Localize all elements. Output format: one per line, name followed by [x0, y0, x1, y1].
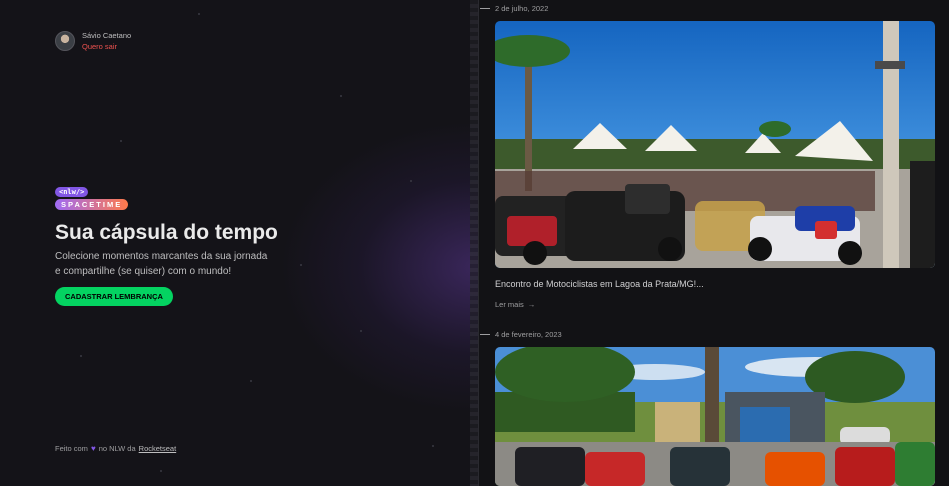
star	[432, 445, 434, 447]
read-more-link[interactable]: Ler mais →	[495, 300, 535, 309]
hero-subtitle: Colecione momentos marcantes da sua jorn…	[55, 251, 268, 277]
date-dash	[480, 334, 490, 335]
memory-date: 2 de julho, 2022	[480, 4, 548, 13]
logout-link[interactable]: Quero sair	[82, 41, 131, 52]
memory-photo[interactable]	[495, 21, 935, 268]
page-title: Sua cápsula do tempo	[55, 221, 278, 244]
avatar[interactable]	[55, 31, 75, 51]
left-panel: Sávio Caetano Quero sair <nlw/> SPACETIM…	[0, 0, 479, 486]
star	[250, 380, 252, 382]
star	[160, 470, 162, 472]
star	[80, 355, 82, 357]
memory-photo[interactable]	[495, 347, 935, 486]
rocketseat-link[interactable]: Rocketseat	[139, 444, 177, 453]
footer-made-with: Feito com	[55, 444, 88, 453]
memory-date-text: 4 de fevereiro, 2023	[495, 330, 562, 339]
star	[120, 140, 122, 142]
memory-date: 4 de fevereiro, 2023	[480, 330, 562, 339]
user-text: Sávio Caetano Quero sair	[82, 30, 131, 52]
star	[198, 13, 200, 15]
heart-icon: ♥	[90, 444, 96, 453]
divider-stripes	[470, 0, 478, 486]
star	[360, 330, 362, 332]
logo-nlw-tag: <nlw/>	[55, 187, 89, 197]
motorcycle-meeting-image	[495, 21, 935, 268]
user-profile[interactable]: Sávio Caetano Quero sair	[55, 30, 131, 52]
date-dash	[480, 8, 490, 9]
read-more-label: Ler mais	[495, 300, 524, 309]
footer-middle: no NLW da	[98, 444, 136, 453]
star	[410, 180, 412, 182]
arrow-right-icon: →	[527, 300, 536, 309]
user-name: Sávio Caetano	[82, 31, 132, 40]
footer: Feito com ♥ no NLW da Rocketseat	[55, 444, 176, 453]
logo-spacetime: SPACETIME	[55, 199, 129, 210]
nlw-spacetime-logo: <nlw/> SPACETIME	[55, 187, 129, 210]
memories-timeline[interactable]: 2 de julho, 2022 Encontro de Motociclist…	[480, 0, 949, 486]
register-memory-button[interactable]: CADASTRAR LEMBRANÇA	[55, 287, 173, 306]
memory-title: Encontro de Motociclistas em Lagoa da Pr…	[495, 279, 704, 289]
memory-date-text: 2 de julho, 2022	[495, 4, 549, 13]
motorcycle-roadside-image	[495, 347, 935, 486]
star	[340, 95, 342, 97]
star	[300, 264, 302, 266]
